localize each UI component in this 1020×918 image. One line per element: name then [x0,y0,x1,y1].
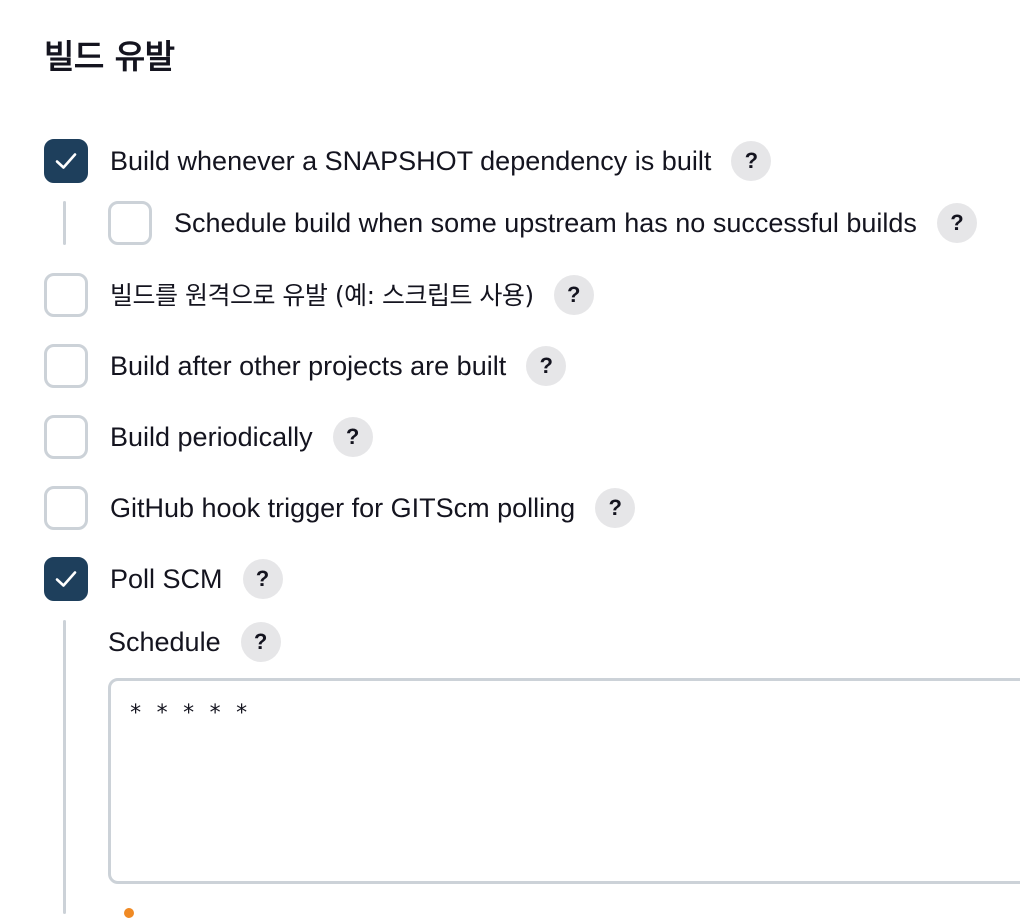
upstream-no-success-help-icon[interactable]: ? [936,203,977,243]
validation-indicator [124,908,134,918]
trigger-build-periodically: Build periodically ? [44,414,373,460]
checkmark-icon [55,571,77,587]
after-other-projects-label[interactable]: Build after other projects are built [110,352,506,380]
build-periodically-help-icon[interactable]: ? [332,417,373,457]
poll-scm-label[interactable]: Poll SCM [110,565,223,593]
snapshot-dependency-help-icon[interactable]: ? [731,141,772,181]
poll-scm-help-icon[interactable]: ? [242,559,283,599]
poll-scm-checkbox[interactable] [44,557,88,601]
after-other-projects-help-icon[interactable]: ? [526,346,567,386]
schedule-help-icon[interactable]: ? [240,622,281,662]
remote-build-checkbox[interactable] [44,273,88,317]
upstream-no-success-label[interactable]: Schedule build when some upstream has no… [174,209,917,237]
schedule-textarea[interactable]: * * * * * [108,678,1020,884]
build-periodically-label[interactable]: Build periodically [110,423,313,451]
snapshot-dependency-label[interactable]: Build whenever a SNAPSHOT dependency is … [110,147,711,175]
github-hook-checkbox[interactable] [44,486,88,530]
snapshot-dependency-checkbox[interactable] [44,139,88,183]
remote-build-label[interactable]: 빌드를 원격으로 유발 (예: 스크립트 사용) [110,283,534,308]
snapshot-nested-indent-line [63,201,66,245]
build-periodically-checkbox[interactable] [44,415,88,459]
trigger-upstream-no-success: Schedule build when some upstream has no… [108,200,977,246]
section-title: 빌드 유발 [44,37,175,76]
schedule-label: Schedule [108,626,221,657]
trigger-github-hook: GitHub hook trigger for GITScm polling ? [44,485,636,531]
poll-scm-nested-indent-line [63,620,66,914]
trigger-after-other-projects: Build after other projects are built ? [44,343,567,389]
github-hook-label[interactable]: GitHub hook trigger for GITScm polling [110,494,575,522]
upstream-no-success-checkbox[interactable] [108,201,152,245]
trigger-snapshot-dependency: Build whenever a SNAPSHOT dependency is … [44,138,772,184]
checkmark-icon [55,153,77,169]
github-hook-help-icon[interactable]: ? [595,488,636,528]
after-other-projects-checkbox[interactable] [44,344,88,388]
remote-build-help-icon[interactable]: ? [553,275,594,315]
trigger-poll-scm: Poll SCM ? [44,556,283,602]
schedule-field-header: Schedule ? [108,622,281,662]
trigger-remote-build: 빌드를 원격으로 유발 (예: 스크립트 사용) ? [44,272,594,318]
